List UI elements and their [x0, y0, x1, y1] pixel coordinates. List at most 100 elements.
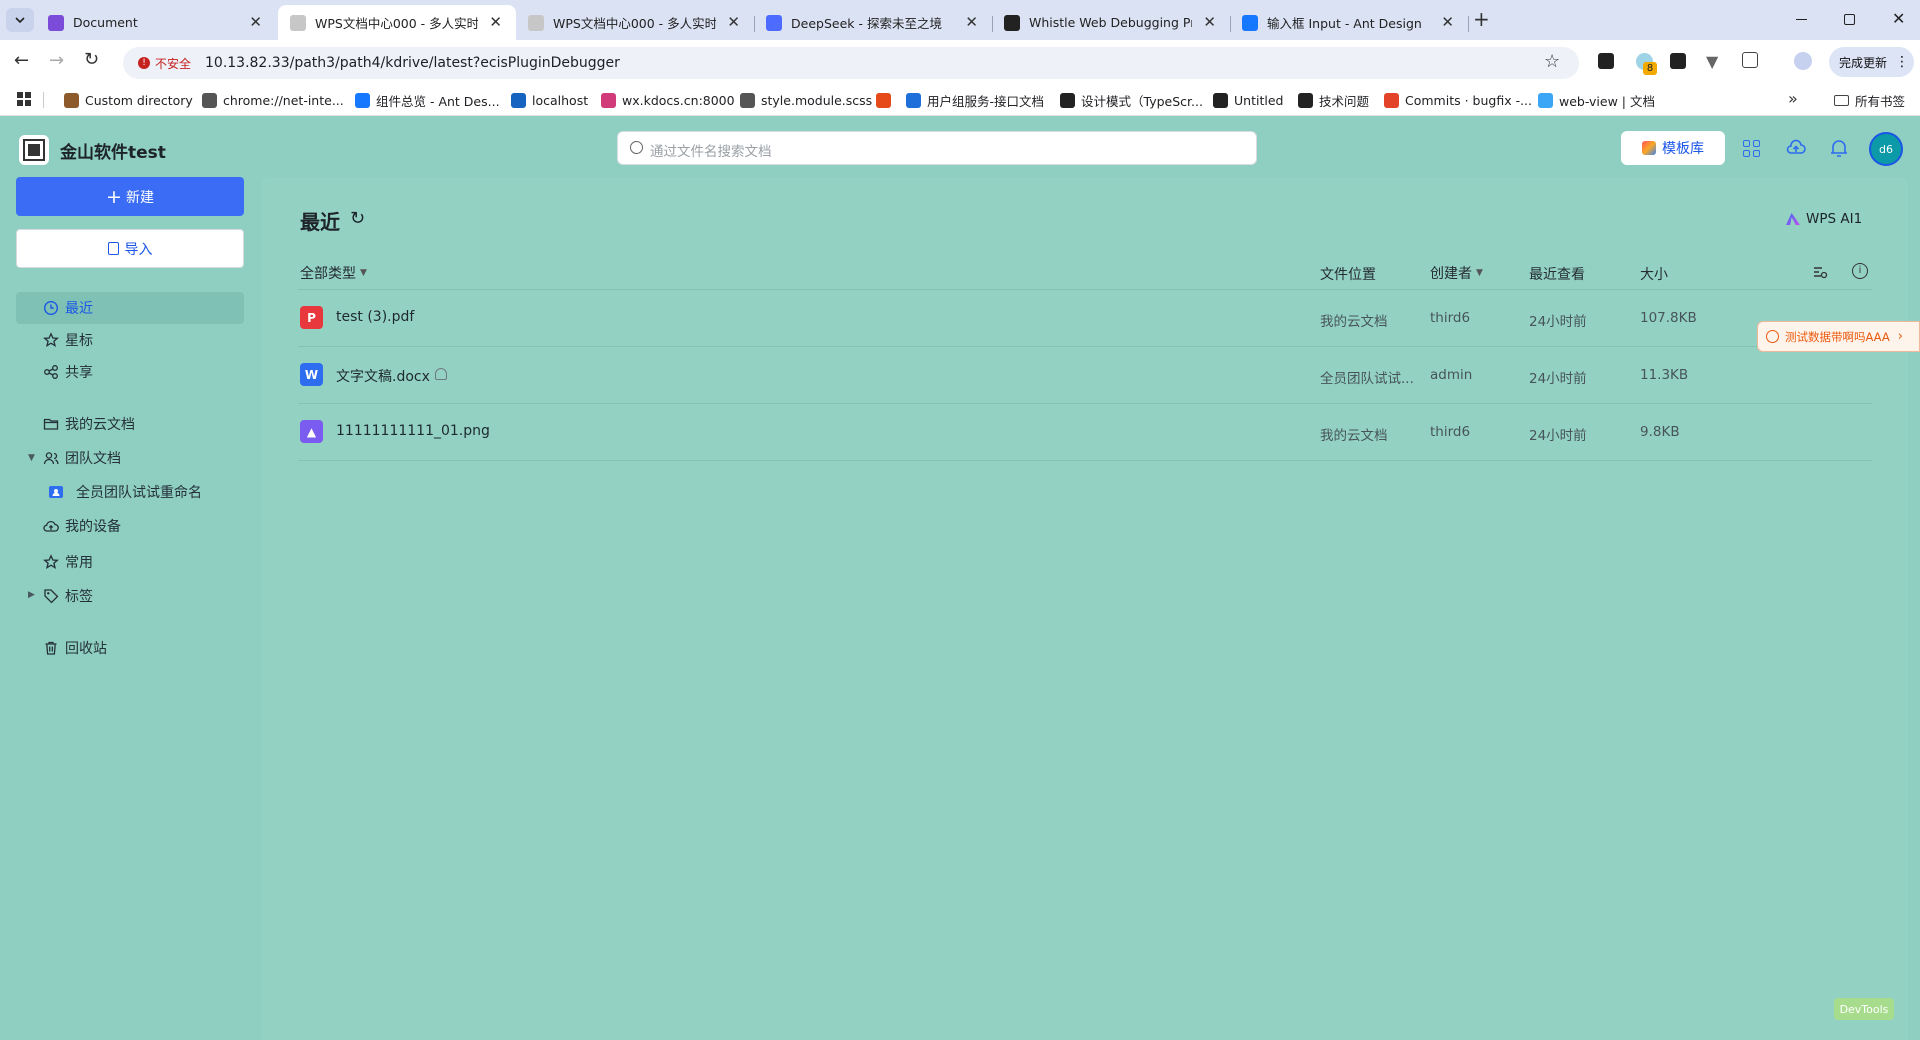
extensions-puzzle-icon[interactable] — [1742, 52, 1758, 68]
bookmark-favicon-icon — [1060, 92, 1075, 108]
search-box[interactable]: 通过文件名搜索文档 — [617, 131, 1257, 165]
info-icon[interactable]: i — [1852, 263, 1868, 279]
whistle-favicon — [1004, 14, 1020, 31]
file-row[interactable]: Ptest (3).pdf 我的云文档 third6 24小时前 107.8KB — [298, 290, 1872, 347]
expand-caret-icon[interactable]: ▶ — [28, 590, 35, 600]
file-name[interactable]: 文字文稿.docx — [336, 366, 430, 386]
bookmark-item[interactable]: Untitled — [1213, 91, 1283, 109]
bookmark-item[interactable]: wx.kdocs.cn:8000 — [601, 91, 735, 109]
sidebar-item[interactable]: 回收站 — [16, 632, 244, 664]
file-name[interactable]: test (3).pdf — [336, 309, 414, 325]
prohibited-icon — [1766, 330, 1779, 343]
more-bookmarks-button[interactable]: » — [1788, 89, 1798, 108]
bookmark-label: 用户组服务-接口文档 — [927, 93, 1045, 109]
sidebar-item[interactable]: 团队文档 — [16, 442, 244, 474]
column-settings-icon[interactable] — [1812, 264, 1828, 280]
close-tab-icon[interactable]: ✕ — [489, 13, 502, 31]
bookmark-label: 组件总览 - Ant Des... — [376, 93, 500, 109]
url-text[interactable]: 10.13.82.33/path3/path4/kdrive/latest?ec… — [205, 55, 620, 71]
browser-tab[interactable]: Document ✕ — [36, 5, 276, 40]
pdf-file-icon: P — [300, 306, 323, 329]
browser-tab[interactable]: WPS文档中心000 - 多人实时协 ✕ — [516, 5, 755, 40]
close-tab-icon[interactable]: ✕ — [1203, 13, 1216, 31]
close-tab-icon[interactable]: ✕ — [965, 13, 978, 31]
insecure-label: 不安全 — [155, 56, 192, 71]
cloud-upload-icon[interactable] — [1786, 138, 1806, 158]
search-input[interactable]: 通过文件名搜索文档 — [650, 140, 772, 160]
profile-icon[interactable] — [1794, 52, 1812, 70]
sidebar-item[interactable]: 我的云文档 — [16, 408, 244, 440]
file-name[interactable]: 11111111111_01.png — [336, 423, 490, 439]
browser-tab[interactable]: 输入框 Input - Ant Design ✕ — [1230, 5, 1469, 40]
minimize-button[interactable] — [1796, 19, 1807, 20]
bookmark-item[interactable]: Commits · bugfix -... — [1384, 91, 1532, 109]
plus-icon: + — [106, 185, 122, 208]
template-library-button[interactable]: 模板库 — [1621, 131, 1725, 165]
bookmark-item[interactable]: chrome://net-inte... — [202, 91, 344, 109]
bookmark-favicon-icon — [1384, 92, 1399, 108]
browser-tab[interactable]: DeepSeek - 探索未至之境 ✕ — [754, 5, 993, 40]
tab-title: Whistle Web Debugging Pro — [1029, 15, 1192, 30]
bookmark-item[interactable]: 用户组服务-接口文档 — [906, 91, 1044, 109]
close-tab-icon[interactable]: ✕ — [249, 13, 262, 31]
new-button[interactable]: + 新建 — [16, 177, 244, 216]
bookmark-item[interactable] — [876, 91, 897, 109]
restore-button[interactable] — [1844, 14, 1855, 25]
browser-tab[interactable]: Whistle Web Debugging Pro ✕ — [992, 5, 1231, 40]
bookmark-item[interactable]: Custom directory — [64, 91, 193, 109]
import-button[interactable]: 导入 — [16, 229, 244, 268]
sidebar-item[interactable]: 最近 — [16, 292, 244, 324]
browser-tab[interactable]: WPS文档中心000 - 多人实时协 ✕ — [278, 5, 516, 40]
type-filter-dropdown[interactable]: 全部类型 ▼ — [300, 263, 367, 283]
back-button[interactable]: ← — [14, 50, 29, 71]
bookmark-item[interactable]: 设计模式（TypeScr... — [1060, 91, 1203, 109]
extension-icon[interactable] — [1670, 53, 1686, 69]
file-row[interactable]: W 文字文稿.docx 全员团队试试... admin 24小时前 11.3KB — [298, 347, 1872, 404]
file-row[interactable]: ▲ 11111111111_01.png 我的云文档 third6 24小时前 9.8KB — [298, 404, 1872, 461]
extension-icon[interactable]: ▼ — [1706, 52, 1718, 71]
png-file-icon: ▲ — [300, 420, 323, 443]
folder-icon — [1834, 95, 1849, 106]
search-icon — [630, 141, 643, 154]
tab-search-icon[interactable] — [6, 8, 34, 32]
refresh-icon[interactable]: ↻ — [350, 208, 365, 229]
reload-button[interactable]: ↻ — [84, 49, 99, 70]
bookmark-item[interactable]: style.module.scss — [740, 91, 872, 109]
file-viewed: 24小时前 — [1529, 371, 1587, 387]
sidebar-item[interactable]: 共享 — [16, 356, 244, 388]
sidebar-item[interactable]: 标签 — [16, 580, 244, 612]
column-creator[interactable]: 创建者 ▼ — [1430, 263, 1483, 283]
close-tab-icon[interactable]: ✕ — [1441, 13, 1454, 31]
new-tab-button[interactable]: + — [1473, 7, 1493, 31]
sidebar-item[interactable]: 星标 — [16, 324, 244, 356]
sidebar-item[interactable]: 我的设备 — [16, 510, 244, 542]
devtools-badge[interactable]: DevTools — [1834, 998, 1894, 1020]
close-window-button[interactable]: ✕ — [1892, 9, 1905, 28]
sidebar-item-label: 全员团队试试重命名 — [76, 485, 202, 501]
sidebar-item[interactable]: 全员团队试试重命名 — [16, 476, 244, 508]
apps-grid-icon[interactable] — [17, 92, 31, 106]
import-button-label: 导入 — [124, 241, 153, 258]
address-bar[interactable]: ! 不安全 10.13.82.33/path3/path4/kdrive/lat… — [123, 47, 1579, 79]
forward-button[interactable]: → — [49, 50, 64, 71]
insecure-badge[interactable]: ! 不安全 — [130, 52, 199, 74]
notice-banner[interactable]: 测试数据带啊吗AAA › — [1757, 321, 1920, 352]
bell-icon[interactable] — [1830, 138, 1848, 158]
wps-ai-button[interactable]: WPS AI1 — [1786, 211, 1862, 227]
app-grid-icon[interactable] — [1743, 140, 1760, 157]
bookmark-item[interactable]: web-view | 文档 — [1538, 91, 1655, 109]
bookmark-item[interactable]: 技术问题 — [1298, 91, 1369, 109]
divider — [43, 92, 44, 108]
bookmark-star-icon[interactable]: ☆ — [1544, 51, 1560, 72]
sidebar-item-label: 标签 — [65, 589, 93, 605]
update-button[interactable]: 完成更新 ⋮ — [1829, 47, 1914, 77]
extension-icon[interactable] — [1598, 53, 1614, 69]
bookmark-item[interactable]: 组件总览 - Ant Des... — [355, 91, 500, 109]
sidebar-item[interactable]: 常用 — [16, 546, 244, 578]
avatar[interactable]: d6 — [1869, 132, 1903, 166]
close-tab-icon[interactable]: ✕ — [727, 13, 740, 31]
all-bookmarks[interactable]: 所有书签 — [1834, 91, 1905, 110]
kebab-menu-icon[interactable]: ⋮ — [1895, 54, 1909, 70]
bookmark-item[interactable]: localhost — [511, 91, 588, 109]
expand-caret-icon[interactable]: ▼ — [28, 453, 35, 463]
